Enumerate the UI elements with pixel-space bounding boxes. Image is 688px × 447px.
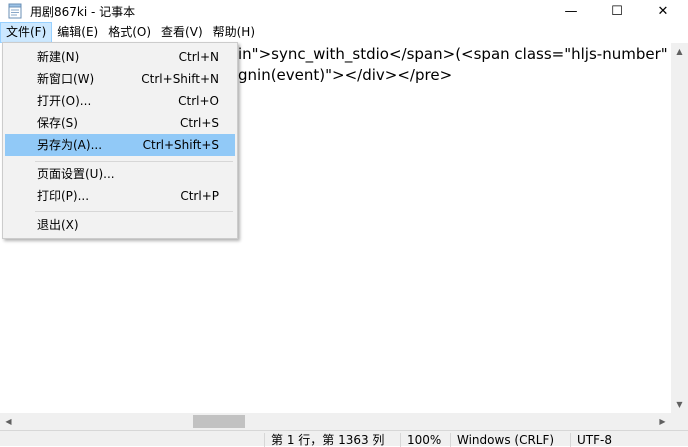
- menu-item-label: 打开(O)...: [37, 94, 92, 108]
- menu-separator: [35, 211, 233, 212]
- menu-item-label: 保存(S): [37, 116, 78, 130]
- menu-item-save-as[interactable]: 另存为(A)... Ctrl+Shift+S: [5, 134, 235, 156]
- menu-edit[interactable]: 编辑(E): [52, 22, 103, 43]
- menu-item-shortcut: Ctrl+O: [178, 94, 219, 108]
- menu-item-shortcut: Ctrl+N: [178, 50, 219, 64]
- scroll-left-icon[interactable]: ◀: [0, 413, 17, 430]
- menu-item-open[interactable]: 打开(O)... Ctrl+O: [5, 90, 235, 112]
- editor-line-1: in">sync_with_stdio</span>(<span class="…: [238, 45, 668, 63]
- vertical-scrollbar[interactable]: ▲ ▼: [671, 43, 688, 413]
- scroll-down-icon[interactable]: ▼: [671, 396, 688, 413]
- close-button[interactable]: ✕: [640, 0, 686, 22]
- file-menu-dropdown: 新建(N) Ctrl+N 新窗口(W) Ctrl+Shift+N 打开(O)..…: [2, 42, 238, 239]
- scroll-right-icon[interactable]: ▶: [654, 413, 671, 430]
- menu-item-exit[interactable]: 退出(X): [5, 214, 235, 236]
- status-zoom: 100%: [400, 433, 441, 447]
- scrollbar-corner: [671, 413, 688, 430]
- menu-item-label: 打印(P)...: [37, 189, 90, 203]
- menu-item-shortcut: Ctrl+Shift+S: [142, 138, 219, 152]
- window-title: 用剧867ki - 记事本: [30, 5, 136, 19]
- menu-view[interactable]: 查看(V): [156, 22, 208, 43]
- menu-item-save[interactable]: 保存(S) Ctrl+S: [5, 112, 235, 134]
- menu-format[interactable]: 格式(O): [103, 22, 156, 43]
- status-cursor-position: 第 1 行，第 1363 列: [264, 433, 384, 447]
- menu-item-label: 新窗口(W): [37, 72, 95, 86]
- menu-item-label: 页面设置(U)...: [37, 167, 115, 181]
- menu-item-print[interactable]: 打印(P)... Ctrl+P: [5, 185, 235, 207]
- menu-item-new-window[interactable]: 新窗口(W) Ctrl+Shift+N: [5, 68, 235, 90]
- minimize-button[interactable]: —: [548, 0, 594, 22]
- menu-item-label: 另存为(A)...: [37, 138, 103, 152]
- horizontal-scroll-thumb[interactable]: [193, 415, 245, 428]
- menu-separator: [35, 161, 233, 162]
- maximize-button[interactable]: ☐: [594, 0, 640, 22]
- menu-file[interactable]: 文件(F): [0, 22, 53, 43]
- status-encoding: UTF-8: [570, 433, 612, 447]
- menu-item-page-setup[interactable]: 页面设置(U)...: [5, 163, 235, 185]
- menu-help[interactable]: 帮助(H): [208, 22, 260, 43]
- menu-bar: 文件(F) 编辑(E) 格式(O) 查看(V) 帮助(H): [0, 22, 688, 43]
- menu-item-new[interactable]: 新建(N) Ctrl+N: [5, 46, 235, 68]
- menu-item-label: 新建(N): [37, 50, 80, 64]
- notepad-icon: [8, 3, 22, 19]
- menu-item-label: 退出(X): [37, 218, 79, 232]
- scroll-up-icon[interactable]: ▲: [671, 43, 688, 60]
- horizontal-scrollbar[interactable]: ◀ ▶: [0, 413, 671, 430]
- status-line-ending: Windows (CRLF): [450, 433, 554, 447]
- status-bar: 第 1 行，第 1363 列 100% Windows (CRLF) UTF-8: [0, 430, 688, 447]
- menu-item-shortcut: Ctrl+S: [179, 116, 219, 130]
- menu-item-shortcut: Ctrl+P: [180, 189, 219, 203]
- title-bar: 用剧867ki - 记事本 — ☐ ✕: [0, 0, 688, 22]
- menu-item-shortcut: Ctrl+Shift+N: [141, 72, 219, 86]
- editor-line-2: gnin(event)"></div></pre>: [238, 66, 453, 84]
